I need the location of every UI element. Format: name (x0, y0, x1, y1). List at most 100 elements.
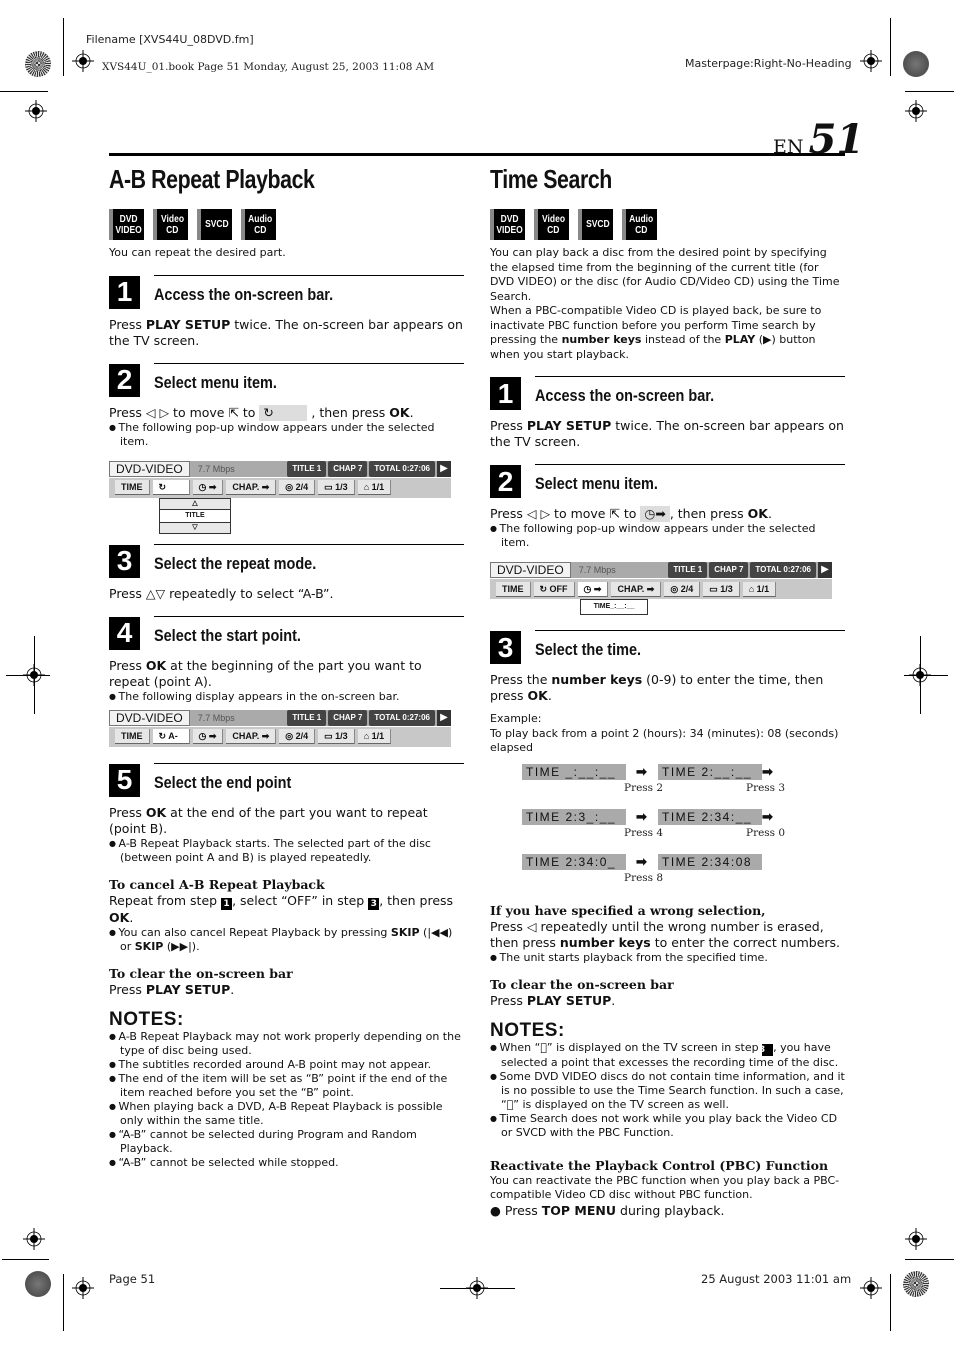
step-title: Select the repeat mode. (154, 553, 317, 573)
step-title: Select menu item. (535, 474, 658, 493)
osb-audio-button[interactable]: ◎ 2/4 (664, 581, 701, 597)
notes-title: NOTES: (109, 1008, 184, 1030)
step-number: 1 (490, 377, 521, 410)
book-info: XVS44U_01.book Page 51 Monday, August 25… (102, 61, 435, 73)
step-body: Press OK at the end of the part you want… (109, 804, 428, 836)
osb-time-button[interactable]: TIME (115, 729, 150, 744)
step-body: Press OK at the beginning of the part yo… (109, 657, 422, 689)
time-display: TIME 2:34:0_ (522, 853, 626, 870)
badge-audio-cd: Audio CD (622, 209, 657, 240)
crop-mark (440, 1288, 515, 1289)
note-item: When “⃠” is displayed on the TV screen i… (490, 1041, 845, 1070)
note-item: When playing back a DVD, A-B Repeat Play… (109, 1100, 464, 1128)
footer-page-label: Page 51 (109, 1272, 156, 1286)
timesearch-icon: ◷➡ (640, 506, 670, 522)
osb-time-button[interactable]: TIME (496, 581, 531, 597)
osb-repeat-button[interactable]: ↻ OFF (533, 581, 575, 597)
osb-timesearch-button[interactable]: ◷ ➡ (192, 729, 224, 744)
clear-heading: To clear the on-screen bar (109, 965, 293, 981)
example-label: Example: (490, 712, 542, 725)
step-title: Select the end point (154, 772, 292, 792)
intro-text-pbc: When a PBC-compatible Video CD is played… (490, 304, 822, 361)
on-screen-bar: DVD-VIDEO 7.7 Mbps TITLE 1 CHAP 7 TOTAL … (490, 562, 832, 616)
registration-dial-icon (25, 1271, 51, 1297)
popup-option[interactable]: TITLE (160, 510, 230, 522)
osb-bitrate: 7.7 Mbps (578, 565, 616, 575)
step-2: 2 Select menu item. Press ◁ ▷ to move ⇱ t… (109, 362, 464, 536)
step-bullet: A-B Repeat Playback starts. The selected… (109, 837, 464, 865)
time-input-popup[interactable]: TIME_:__:__ (580, 599, 648, 615)
clear-body: Press PLAY SETUP. (109, 981, 235, 997)
note-item: The subtitles recorded around A-B point … (109, 1058, 464, 1072)
play-icon: ▶ (818, 562, 832, 578)
cancel-body: Repeat from step 1, select “OFF” in step… (109, 892, 454, 925)
ab-repeat-section: A-B Repeat Playback DVD VIDEO Video CD SVC… (109, 160, 464, 1170)
registration-mark-icon (72, 1277, 94, 1299)
osb-disc-type: DVD-VIDEO (490, 562, 571, 578)
badge-video-cd: Video CD (534, 209, 569, 240)
osb-total: TOTAL 0:27:06 (369, 460, 435, 477)
pbc-heading: Reactivate the Playback Control (PBC) Fu… (490, 1157, 829, 1173)
step-title: Access the on-screen bar. (535, 386, 715, 405)
wrong-body: Press ◁ repeatedly until the wrong numbe… (490, 918, 841, 950)
time-display: TIME 2:34:__ (658, 808, 762, 825)
osb-chapsearch-button[interactable]: CHAP. ➡ (226, 480, 277, 495)
step-1: 1 Access the on-screen bar. Press PLAY SE… (109, 274, 464, 349)
crop-mark (890, 18, 891, 76)
play-icon: ▶ (437, 460, 451, 477)
badge-dvd-video: DVD VIDEO (109, 209, 144, 240)
cancel-heading: To cancel A-B Repeat Playback (109, 876, 325, 892)
step-title: Select the start point. (154, 625, 301, 645)
osb-subtitle-button[interactable]: ▭ 1/3 (703, 581, 740, 597)
step-bullet: The following pop-up window appears unde… (109, 421, 464, 449)
step-title: Access the on-screen bar. (154, 284, 334, 304)
step-body: Press ◁ ▷ to move ⇱ to ◷➡, then press OK… (490, 506, 772, 522)
osb-timesearch-button[interactable]: ◷ ➡ (192, 480, 224, 495)
notes-list: When “⃠” is displayed on the TV screen i… (490, 1041, 845, 1140)
osb-time-button[interactable]: TIME (115, 480, 150, 495)
crop-mark (890, 1274, 891, 1331)
osb-repeat-button[interactable]: ↻ A- (152, 729, 190, 744)
arrow-icon: ➡ (762, 763, 773, 779)
step-3: 3 Select the repeat mode. Press △▽ repeat… (109, 543, 464, 602)
step-title: Select the time. (535, 640, 642, 659)
osb-total: TOTAL 0:27:06 (369, 709, 435, 726)
osb-repeat-button[interactable]: ↻ (152, 480, 190, 495)
osb-subtitle-button[interactable]: ▭ 1/3 (318, 480, 355, 495)
masterpage-label: Masterpage:Right-No-Heading (685, 57, 852, 70)
popup-up-icon[interactable]: △ (160, 498, 230, 510)
osb-chapsearch-button[interactable]: CHAP. ➡ (611, 581, 662, 597)
crop-mark (63, 1274, 64, 1331)
osb-chapsearch-button[interactable]: CHAP. ➡ (226, 729, 277, 744)
intro-text: You can play back a disc from the desire… (490, 246, 840, 303)
press-label: Press 0 (746, 826, 786, 839)
osb-angle-button[interactable]: ⌂ 1/1 (742, 581, 777, 597)
osb-audio-button[interactable]: ◎ 2/4 (279, 729, 316, 744)
sequence-row: TIME 2:34:0_ ➡ Press 8 TIME 2:34:08 (522, 853, 845, 899)
sequence-row: TIME 2:3_:__ ➡ Press 4 TIME 2:34:__ ➡ Pr… (522, 808, 845, 854)
osb-angle-button[interactable]: ⌂ 1/1 (357, 480, 392, 495)
osb-total: TOTAL 0:27:06 (750, 562, 816, 578)
registration-dial-icon (903, 1271, 929, 1297)
notes-title: NOTES: (490, 1019, 565, 1041)
footer-date: 25 August 2003 11:01 am (701, 1272, 852, 1286)
osb-title: TITLE 1 (287, 709, 327, 726)
crop-mark (905, 1259, 954, 1260)
badge-svcd: SVCD (197, 209, 232, 240)
repeat-icon: ↻ (259, 404, 308, 421)
play-icon: ▶ (437, 709, 451, 726)
osb-angle-button[interactable]: ⌂ 1/1 (357, 729, 392, 744)
osb-subtitle-button[interactable]: ▭ 1/3 (318, 729, 355, 744)
osb-timesearch-button[interactable]: ◷ ➡ (577, 581, 609, 597)
crop-mark (905, 91, 954, 92)
wrong-bullet: The unit starts playback from the specif… (490, 951, 845, 965)
arrow-icon: ➡ (636, 808, 647, 824)
note-item: The end of the item will be set as “B” p… (109, 1072, 464, 1100)
badge-audio-cd: Audio CD (241, 209, 276, 240)
notes-list: A-B Repeat Playback may not work properl… (109, 1030, 464, 1170)
step-number: 1 (109, 275, 140, 309)
note-item: “A-B” cannot be selected while stopped. (109, 1156, 464, 1170)
osb-audio-button[interactable]: ◎ 2/4 (279, 480, 316, 495)
popup-down-icon[interactable]: ▽ (160, 521, 230, 533)
crop-mark (0, 91, 48, 92)
